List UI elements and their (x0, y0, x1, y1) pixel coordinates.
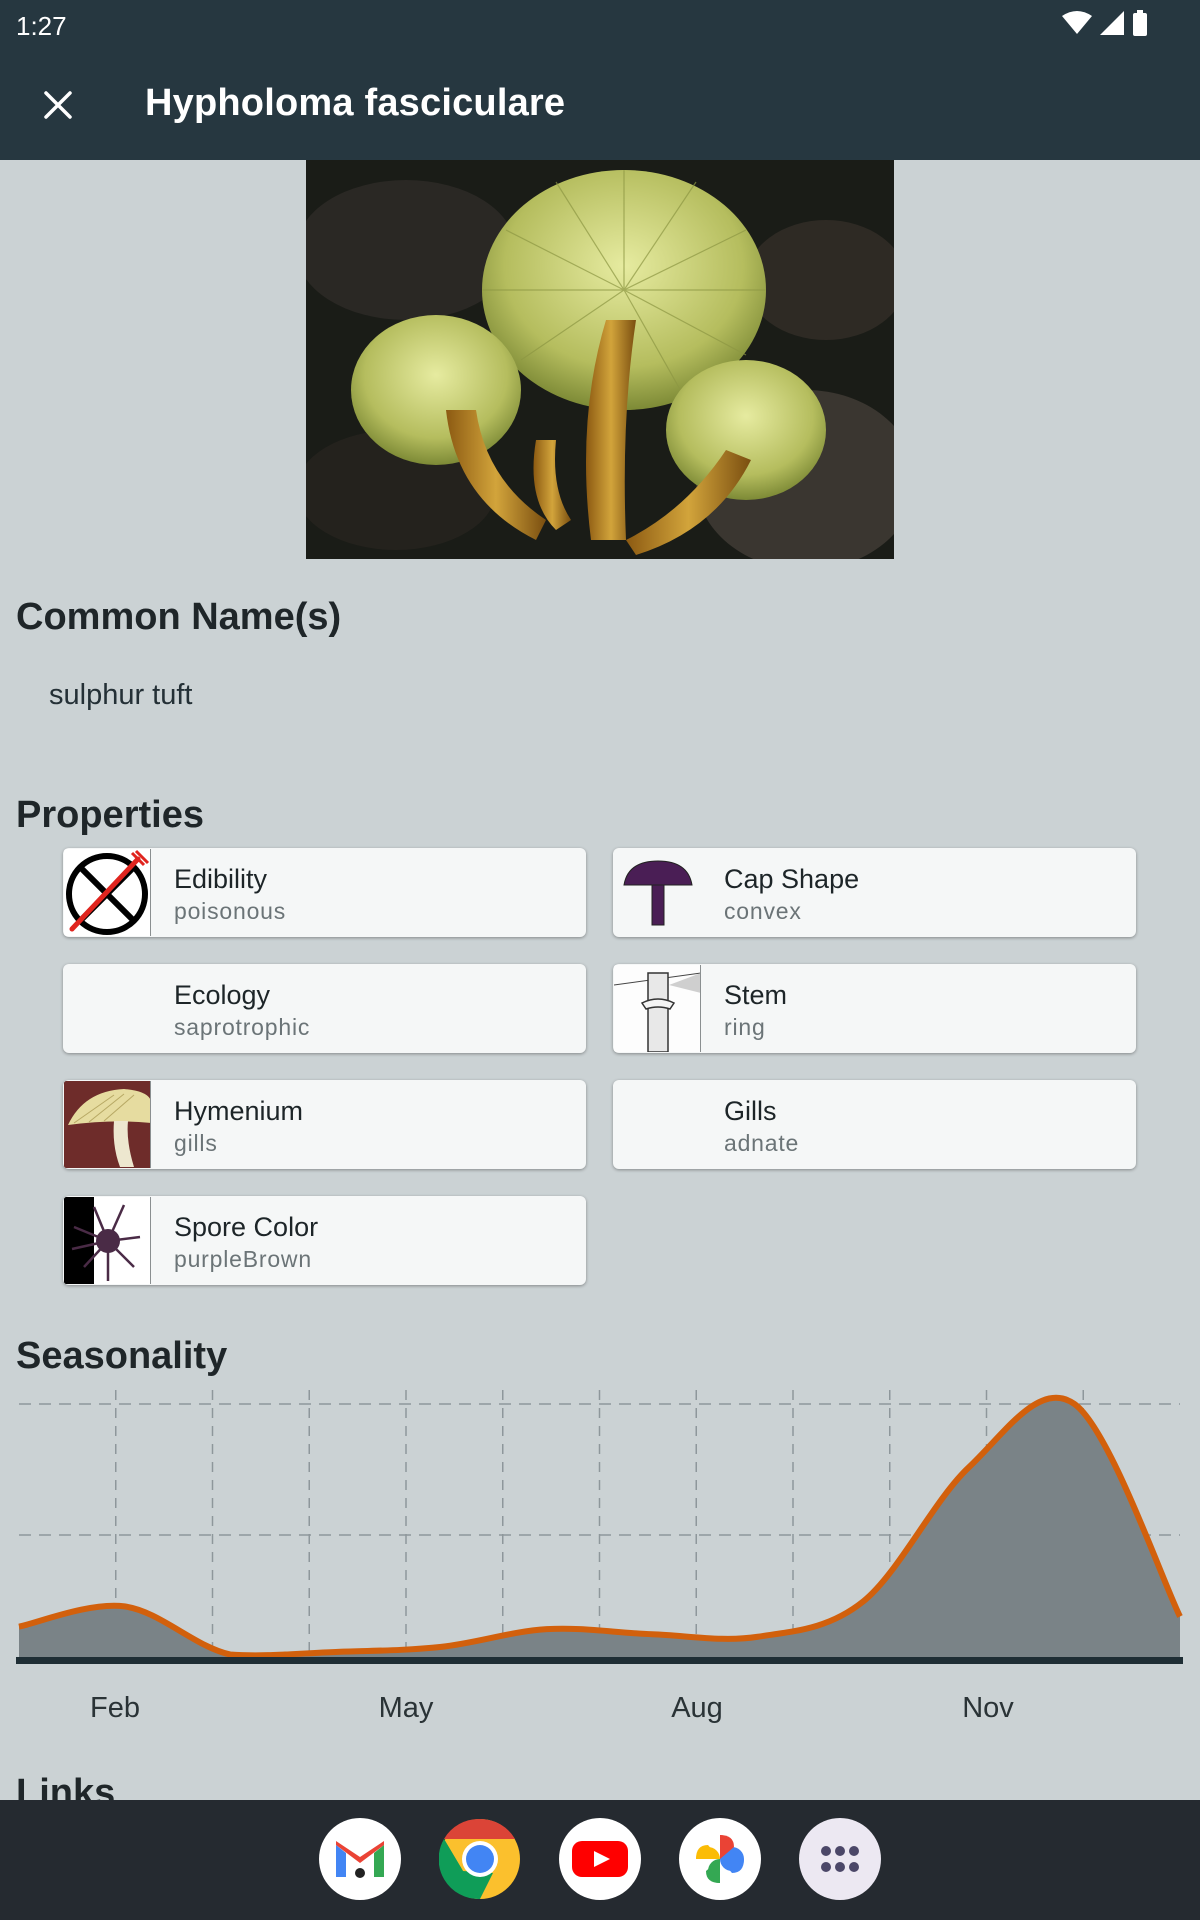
close-icon (44, 91, 72, 119)
gmail-icon[interactable] (319, 1818, 401, 1900)
page-title: Hypholoma fasciculare (145, 82, 566, 124)
property-value: convex (724, 898, 802, 924)
cell-signal-icon (1100, 11, 1124, 35)
property-value: saprotrophic (174, 1014, 311, 1040)
stem-ring-icon (614, 965, 701, 1052)
mushroom-photo (306, 160, 894, 559)
property-label: Spore Color (174, 1212, 319, 1242)
properties-heading: Properties (16, 794, 204, 836)
cap-shape-convex-icon (614, 849, 701, 936)
property-label: Cap Shape (724, 864, 860, 894)
x-tick-label: Nov (962, 1692, 1014, 1724)
property-label: Ecology (174, 980, 271, 1010)
common-names-heading: Common Name(s) (16, 596, 342, 638)
property-card-ecology[interactable]: Ecology saprotrophic (63, 964, 586, 1053)
property-value: gills (174, 1130, 218, 1156)
property-card-cap-shape[interactable]: Cap Shape convex (613, 848, 1136, 937)
property-card-stem[interactable]: Stem ring (613, 964, 1136, 1053)
property-label: Edibility (174, 864, 268, 894)
property-value: ring (724, 1014, 766, 1040)
x-tick-label: Feb (90, 1692, 140, 1724)
youtube-icon[interactable] (559, 1818, 641, 1900)
property-label: Stem (724, 980, 788, 1010)
x-tick-label: Aug (671, 1692, 723, 1724)
battery-icon (1133, 10, 1147, 36)
common-name-item: sulphur tuft (49, 679, 193, 711)
status-icons (1062, 10, 1148, 36)
app-dock (0, 1800, 1200, 1920)
x-tick-label: May (378, 1692, 434, 1724)
app-drawer-icon[interactable] (799, 1818, 881, 1900)
seasonality-chart (16, 1390, 1183, 1664)
seasonality-heading: Seasonality (16, 1335, 228, 1377)
wifi-icon (1062, 11, 1092, 34)
close-button[interactable] (30, 77, 86, 133)
status-bar: 1:27 (0, 0, 1200, 50)
chrome-icon[interactable] (439, 1818, 521, 1900)
hymenium-gills-icon (64, 1081, 151, 1168)
spore-print-icon (64, 1197, 151, 1284)
property-label: Hymenium (174, 1096, 304, 1126)
property-label: Gills (724, 1096, 777, 1126)
property-card-gills[interactable]: Gills adnate (613, 1080, 1136, 1169)
no-eating-icon (64, 849, 151, 936)
property-value: purpleBrown (174, 1246, 312, 1272)
property-card-edibility[interactable]: Edibility poisonous (63, 848, 586, 937)
x-axis-line (16, 1657, 1183, 1664)
status-time: 1:27 (16, 11, 67, 41)
property-value: poisonous (174, 898, 287, 924)
photos-icon[interactable] (679, 1818, 761, 1900)
app-bar: Hypholoma fasciculare (0, 50, 1200, 160)
property-card-hymenium[interactable]: Hymenium gills (63, 1080, 586, 1169)
property-value: adnate (724, 1130, 800, 1156)
property-card-spore-color[interactable]: Spore Color purpleBrown (63, 1196, 586, 1285)
seasonality-area (19, 1397, 1180, 1657)
